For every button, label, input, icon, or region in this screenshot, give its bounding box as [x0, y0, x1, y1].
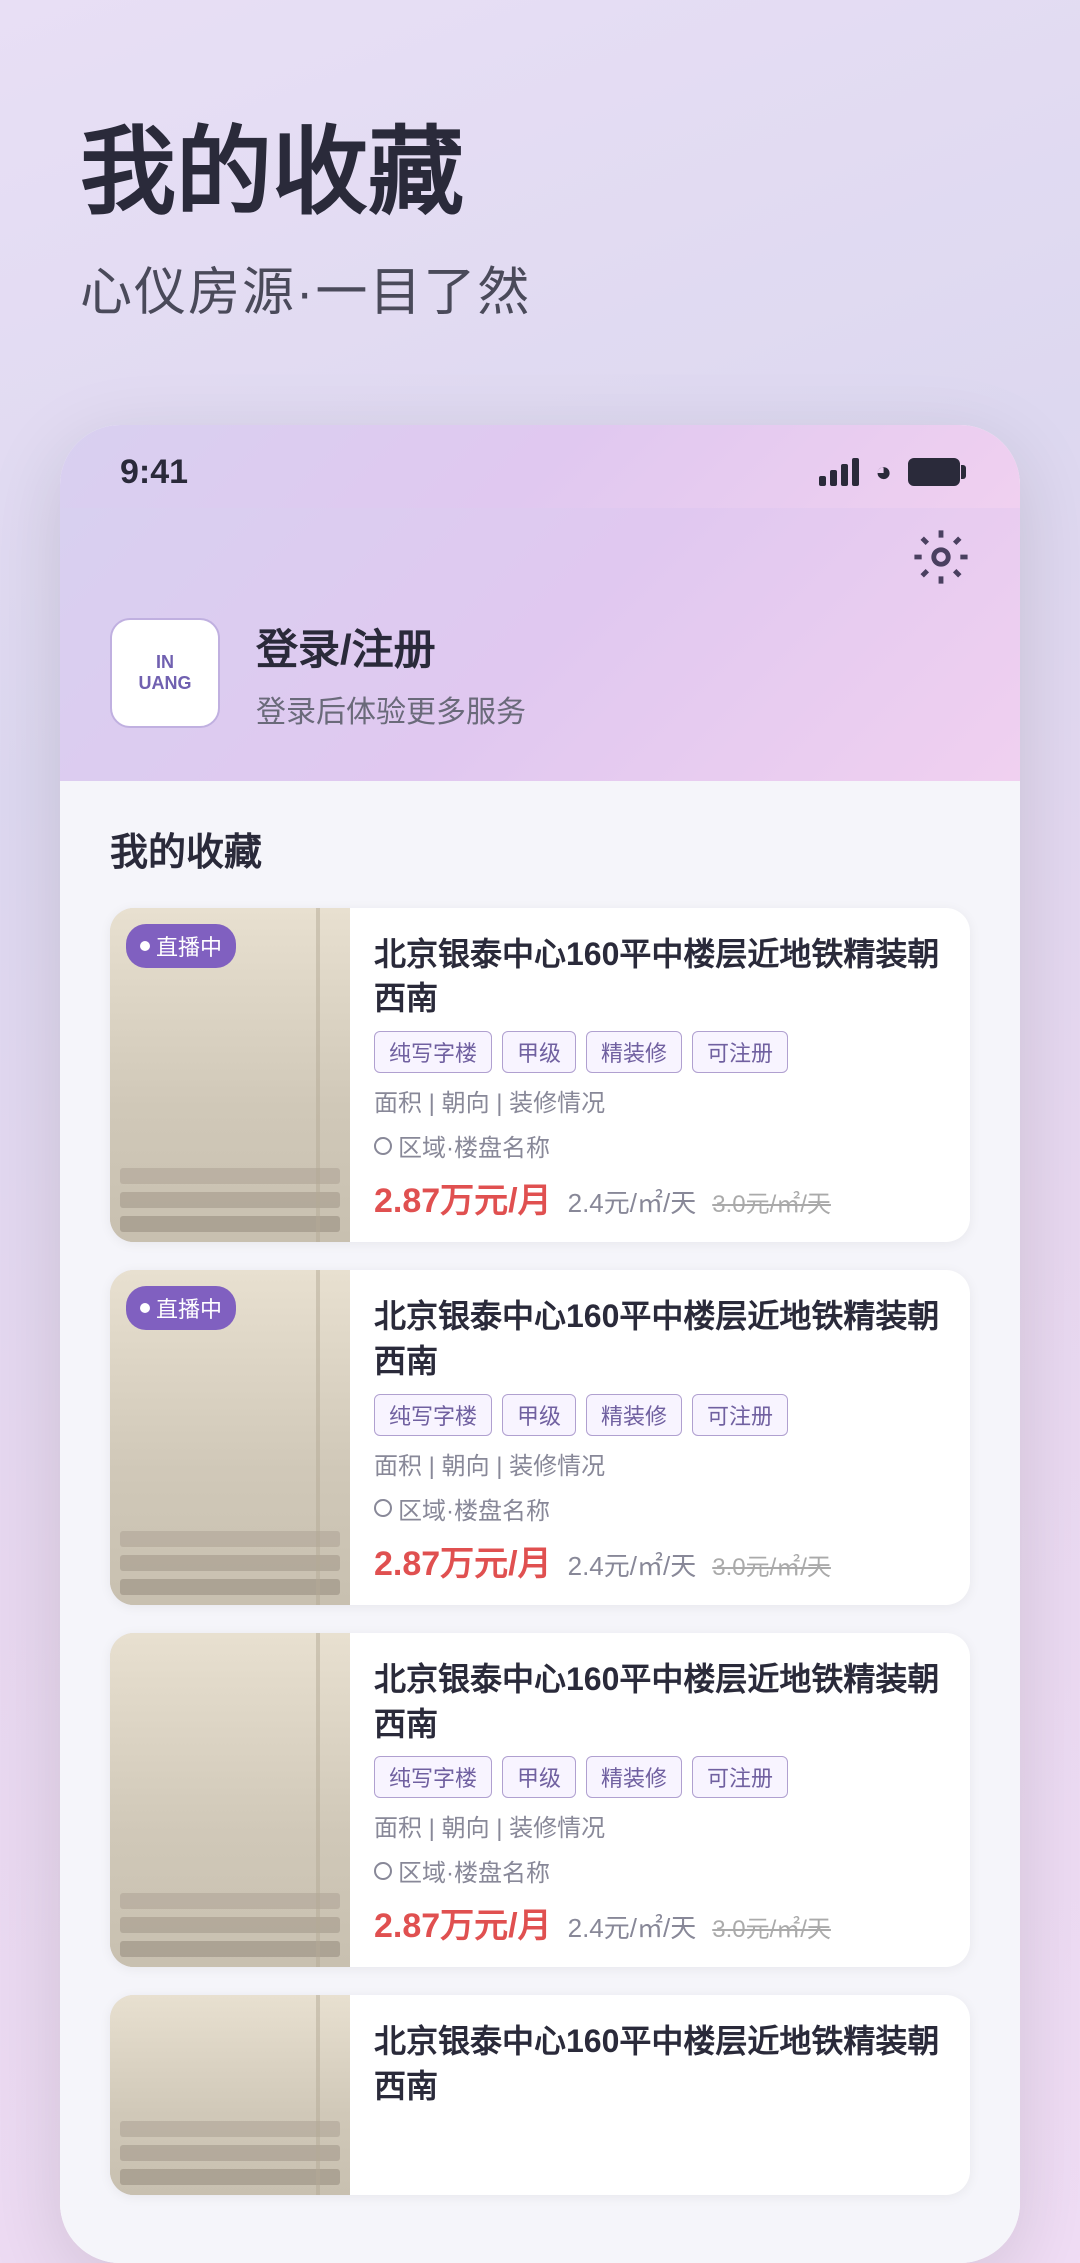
card-image: [110, 1995, 350, 2195]
price-main: 2.87万元/月: [374, 1898, 552, 1947]
phone-top-area: IN UANG 登录/注册 登录后体验更多服务: [60, 508, 1020, 781]
location-icon: [374, 1499, 392, 1517]
card-location: 区域·楼盘名称: [374, 1128, 946, 1163]
user-avatar: IN UANG: [110, 618, 220, 728]
card-image: 直播中: [110, 1270, 350, 1605]
card-location: 区域·楼盘名称: [374, 1491, 946, 1526]
card-location: 区域·楼盘名称: [374, 1853, 946, 1888]
card-tag: 纯写字楼: [374, 1394, 492, 1436]
wifi-icon: ◕: [875, 456, 892, 488]
price-main: 2.87万元/月: [374, 1173, 552, 1222]
property-card[interactable]: 直播中 北京银泰中心160平中楼层近地铁精装朝西南纯写字楼甲级精装修可注册面积 …: [110, 1270, 970, 1605]
location-icon: [374, 1137, 392, 1155]
card-title: 北京银泰中心160平中楼层近地铁精装朝西南: [374, 1294, 946, 1384]
card-meta: 面积 | 朝向 | 装修情况: [374, 1446, 946, 1481]
card-tag: 可注册: [692, 1031, 788, 1073]
card-tags: 纯写字楼甲级精装修可注册: [374, 1394, 946, 1436]
card-info: 北京银泰中心160平中楼层近地铁精装朝西南纯写字楼甲级精装修可注册面积 | 朝向…: [350, 908, 970, 1243]
card-tag: 精装修: [586, 1756, 682, 1798]
card-title: 北京银泰中心160平中楼层近地铁精装朝西南: [374, 932, 946, 1022]
avatar-text: IN UANG: [139, 652, 192, 695]
price-per: 2.4元/㎡/天: [568, 1546, 697, 1583]
card-image: 直播中: [110, 908, 350, 1243]
live-badge: 直播中: [126, 924, 236, 968]
settings-row: [110, 528, 970, 586]
card-tags: 纯写字楼甲级精装修可注册: [374, 1756, 946, 1798]
user-section[interactable]: IN UANG 登录/注册 登录后体验更多服务: [110, 616, 970, 731]
card-meta: 面积 | 朝向 | 装修情况: [374, 1808, 946, 1843]
status-icons: ◕: [819, 456, 960, 488]
property-card[interactable]: 直播中 北京银泰中心160平中楼层近地铁精装朝西南纯写字楼甲级精装修可注册面积 …: [110, 908, 970, 1243]
settings-icon[interactable]: [912, 528, 970, 586]
status-bar: 9:41 ◕: [60, 425, 1020, 508]
card-price: 2.87万元/月 2.4元/㎡/天 3.0元/㎡/天: [374, 1173, 946, 1222]
login-subtitle: 登录后体验更多服务: [256, 687, 526, 731]
card-meta: 面积 | 朝向 | 装修情况: [374, 1083, 946, 1118]
card-tag: 可注册: [692, 1756, 788, 1798]
card-tag: 纯写字楼: [374, 1031, 492, 1073]
property-card[interactable]: 北京银泰中心160平中楼层近地铁精装朝西南纯写字楼甲级精装修可注册面积 | 朝向…: [110, 1633, 970, 1968]
status-time: 9:41: [120, 453, 188, 492]
card-tag: 甲级: [502, 1031, 576, 1073]
card-tag: 可注册: [692, 1394, 788, 1436]
card-info: 北京银泰中心160平中楼层近地铁精装朝西南纯写字楼甲级精装修可注册面积 | 朝向…: [350, 1633, 970, 1968]
price-original: 3.0元/㎡/天: [712, 1184, 831, 1219]
favorites-section-title: 我的收藏: [110, 821, 970, 876]
property-card[interactable]: 北京银泰中心160平中楼层近地铁精装朝西南: [110, 1995, 970, 2195]
phone-content: 我的收藏 直播中 北京银泰中心160平中楼层近地铁精装朝西南纯写字楼甲级精装修可…: [60, 781, 1020, 2263]
card-tag: 精装修: [586, 1031, 682, 1073]
card-info: 北京银泰中心160平中楼层近地铁精装朝西南: [350, 1995, 970, 2195]
card-tag: 纯写字楼: [374, 1756, 492, 1798]
battery-icon: [908, 458, 960, 486]
card-title: 北京银泰中心160平中楼层近地铁精装朝西南: [374, 1657, 946, 1747]
card-tags: 纯写字楼甲级精装修可注册: [374, 1031, 946, 1073]
page-subtitle: 心仪房源·一目了然: [80, 250, 1000, 325]
price-original: 3.0元/㎡/天: [712, 1909, 831, 1944]
card-price: 2.87万元/月 2.4元/㎡/天 3.0元/㎡/天: [374, 1536, 946, 1585]
location-icon: [374, 1862, 392, 1880]
signal-icon: [819, 458, 859, 486]
phone-mockup: 9:41 ◕ IN UANG: [60, 425, 1020, 2263]
price-main: 2.87万元/月: [374, 1536, 552, 1585]
page-header: 我的收藏 心仪房源·一目了然: [0, 0, 1080, 385]
price-original: 3.0元/㎡/天: [712, 1547, 831, 1582]
page-title: 我的收藏: [80, 120, 1000, 226]
user-info: 登录/注册 登录后体验更多服务: [256, 616, 526, 731]
card-tag: 甲级: [502, 1756, 576, 1798]
live-badge: 直播中: [126, 1286, 236, 1330]
price-per: 2.4元/㎡/天: [568, 1908, 697, 1945]
card-price: 2.87万元/月 2.4元/㎡/天 3.0元/㎡/天: [374, 1898, 946, 1947]
card-tag: 精装修: [586, 1394, 682, 1436]
card-image: [110, 1633, 350, 1968]
card-title: 北京银泰中心160平中楼层近地铁精装朝西南: [374, 2019, 946, 2109]
card-tag: 甲级: [502, 1394, 576, 1436]
price-per: 2.4元/㎡/天: [568, 1183, 697, 1220]
login-title: 登录/注册: [256, 616, 526, 677]
card-info: 北京银泰中心160平中楼层近地铁精装朝西南纯写字楼甲级精装修可注册面积 | 朝向…: [350, 1270, 970, 1605]
property-list: 直播中 北京银泰中心160平中楼层近地铁精装朝西南纯写字楼甲级精装修可注册面积 …: [110, 908, 970, 2196]
